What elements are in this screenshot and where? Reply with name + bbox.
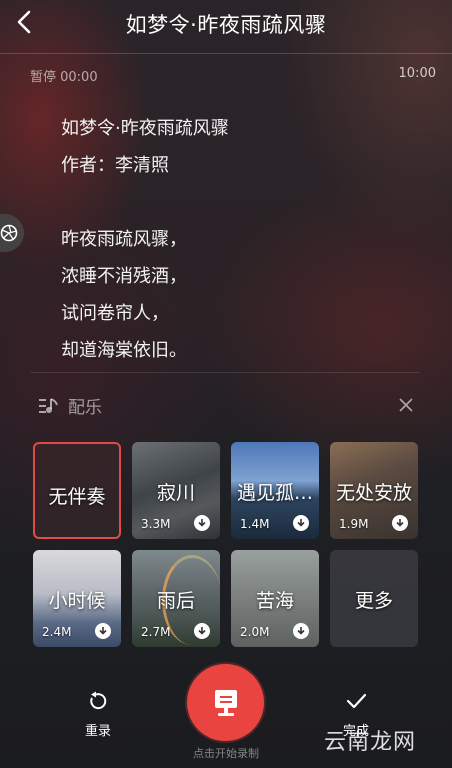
poem-line: 昨夜雨疏风骤， — [61, 229, 187, 250]
music-tile[interactable]: 遇见孤… 1.4M — [231, 442, 319, 539]
total-duration: 10:00 — [398, 66, 436, 81]
poem-title: 如梦令·昨夜雨疏风骤 — [61, 118, 229, 139]
top-bar: 如梦令·昨夜雨疏风骤 — [0, 0, 452, 48]
aperture-icon — [0, 224, 18, 242]
music-tile-size: 1.4M — [240, 517, 270, 531]
checkmark-icon — [346, 693, 367, 709]
music-tile[interactable]: 无处安放 1.9M — [330, 442, 418, 539]
poem-text: 如梦令·昨夜雨疏风骤 作者：李清照 昨夜雨疏风骤， 浓睡不消残酒， 试问卷帘人，… — [61, 110, 229, 369]
page-title: 如梦令·昨夜雨疏风骤 — [125, 13, 327, 37]
more-music-button[interactable]: 更多 — [330, 550, 418, 647]
panel-divider — [30, 372, 420, 373]
music-tile-name: 更多 — [354, 590, 393, 612]
download-icon[interactable] — [293, 515, 309, 531]
poem-line: 浓睡不消残酒， — [61, 266, 187, 287]
music-tile[interactable]: 小时候 2.4M — [33, 550, 121, 647]
music-tile-name: 无处安放 — [335, 482, 412, 504]
poem-author: 作者：李清照 — [61, 155, 169, 176]
music-tile[interactable]: 雨后 2.7M — [132, 550, 220, 647]
music-tile-name: 小时候 — [48, 590, 106, 612]
watermark: 云南龙网 — [323, 730, 416, 755]
music-tile-name: 雨后 — [156, 590, 195, 612]
music-tile-name: 遇见孤… — [236, 482, 313, 504]
document-record-icon — [214, 689, 237, 716]
poem-line: 却道海棠依旧。 — [61, 340, 187, 361]
download-icon[interactable] — [392, 515, 408, 531]
record-button[interactable] — [187, 664, 264, 741]
playback-status: 暂停 00:00 — [30, 70, 98, 85]
music-tile-size: 2.7M — [141, 625, 171, 639]
back-button[interactable] — [6, 4, 42, 40]
download-icon[interactable] — [95, 623, 111, 639]
download-icon[interactable] — [293, 623, 309, 639]
poem-gap — [61, 184, 229, 221]
music-tile-name: 苦海 — [255, 590, 294, 612]
download-icon[interactable] — [194, 515, 210, 531]
redo-label: 重录 — [84, 724, 111, 739]
poem-line: 试问卷帘人， — [61, 303, 169, 324]
music-note-icon — [39, 397, 58, 413]
music-tile-size: 3.3M — [141, 517, 171, 531]
chevron-left-icon — [17, 10, 31, 34]
music-tile[interactable]: 寂川 3.3M — [132, 442, 220, 539]
close-music-panel-button[interactable] — [396, 395, 416, 415]
music-tile-size: 2.0M — [240, 625, 270, 639]
music-tile-size: 2.4M — [42, 625, 72, 639]
redo-button[interactable]: 重录 — [78, 690, 118, 739]
music-tile-name: 无伴奏 — [48, 486, 106, 508]
music-panel-label: 配乐 — [68, 398, 102, 418]
download-icon[interactable] — [194, 623, 210, 639]
music-tile-no-accompaniment[interactable]: 无伴奏 — [33, 442, 121, 539]
music-panel-header: 配乐 — [38, 393, 102, 418]
music-tile-name: 寂川 — [156, 482, 195, 504]
header-divider — [0, 53, 452, 54]
bottom-controls: 重录 点击开始录制 完成 云南龙网 — [0, 660, 452, 768]
close-icon — [399, 398, 413, 412]
refresh-icon — [90, 691, 107, 710]
music-tile[interactable]: 苦海 2.0M — [231, 550, 319, 647]
music-tile-size: 1.9M — [339, 517, 369, 531]
